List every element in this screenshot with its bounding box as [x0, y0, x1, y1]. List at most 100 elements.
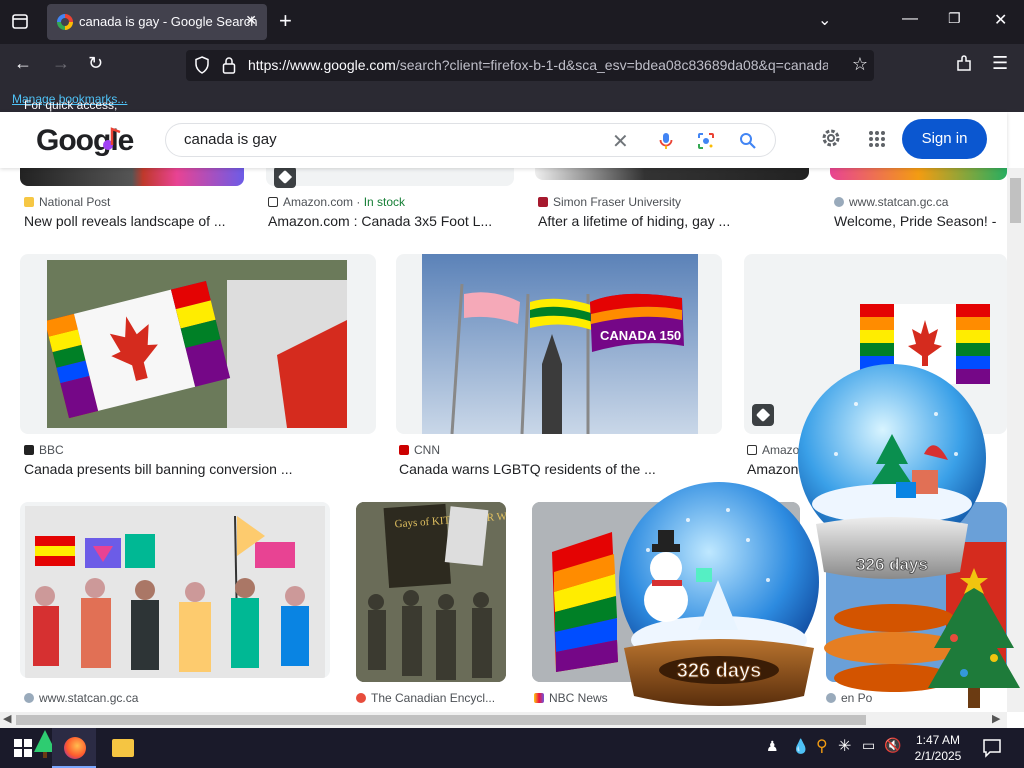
result-source[interactable]: National Post [24, 195, 110, 209]
result-image-cnn: CANADA 150 [422, 254, 698, 434]
forward-icon[interactable]: → [52, 53, 70, 74]
minimize-icon[interactable]: — [902, 10, 918, 28]
lock-icon[interactable] [222, 56, 236, 74]
google-lens-icon[interactable] [697, 132, 715, 150]
sign-in-button[interactable]: Sign in [902, 119, 987, 159]
new-tab-icon[interactable]: + [279, 9, 292, 33]
close-tab-icon[interactable]: ✕ [245, 12, 257, 29]
result-image-statcan[interactable] [830, 168, 1007, 180]
result-source-text: Amazon.com [283, 195, 354, 209]
file-explorer-icon[interactable] [112, 739, 134, 757]
amazon-favicon-icon [747, 445, 757, 455]
product-tag-icon [274, 168, 296, 188]
google-favicon-icon [57, 14, 73, 30]
taskbar-firefox-button[interactable] [52, 728, 96, 768]
tracking-shield-icon[interactable] [194, 56, 210, 74]
reload-icon[interactable]: ↻ [88, 53, 103, 74]
chevron-down-icon[interactable]: ⌄ [818, 10, 831, 30]
bookmarks-toolbar: For quick access, place your bookmarks h… [0, 86, 1024, 168]
amazon-favicon-icon [268, 197, 278, 207]
result-source[interactable]: CNN [399, 443, 440, 457]
result-image-statcan-crowd [25, 506, 325, 678]
search-icon[interactable] [739, 132, 757, 150]
snow-globe-tree-widget[interactable]: 326 days [796, 364, 996, 588]
back-icon[interactable]: ← [14, 53, 32, 74]
result-source[interactable]: www.statcan.gc.ca [834, 195, 948, 209]
volume-muted-icon[interactable]: 🔇 [884, 737, 901, 754]
google-apps-icon[interactable] [868, 130, 886, 148]
result-source-text: Amazo [762, 443, 800, 457]
settings-gear-icon[interactable] [820, 127, 842, 149]
bookmark-star-icon[interactable]: ☆ [852, 54, 868, 75]
result-source[interactable]: Amazon.com · In stock [268, 195, 405, 209]
doodle-music-note-icon [103, 127, 121, 150]
extensions-icon[interactable] [955, 55, 973, 73]
tab-title: canada is gay - Google Search [79, 14, 258, 29]
globe-favicon-icon [24, 693, 34, 703]
countdown-days-label: 326 days [677, 660, 762, 682]
notifications-icon[interactable] [982, 738, 1002, 758]
voice-search-icon[interactable] [658, 132, 674, 150]
result-source[interactable]: The Canadian Encycl... [356, 691, 495, 705]
result-caption[interactable]: Welcome, Pride Season! - [834, 213, 996, 229]
url-host: https://www.google.com [248, 57, 396, 73]
result-source-text: NBC News [549, 691, 608, 705]
tray-drop-icon[interactable]: 💧 [792, 738, 809, 755]
result-caption[interactable]: Amazon [747, 461, 798, 477]
tab-google-search[interactable]: canada is gay - Google Search ✕ [47, 4, 267, 40]
national-post-favicon-icon [24, 197, 34, 207]
tab-list-icon[interactable] [6, 10, 34, 34]
menu-icon[interactable]: ☰ [992, 53, 1008, 74]
restore-icon[interactable]: ❐ [948, 10, 961, 27]
result-image-amazon[interactable] [266, 168, 514, 186]
result-source-text: National Post [39, 195, 111, 209]
tray-people-icon[interactable]: ♟ [766, 738, 779, 755]
clock-date: 2/1/2025 [914, 749, 962, 763]
result-caption[interactable]: New poll reveals landscape of ... [24, 213, 226, 229]
result-source-text: CNN [414, 443, 440, 457]
bbc-favicon-icon [24, 445, 34, 455]
result-source[interactable]: BBC [24, 443, 64, 457]
search-input[interactable] [184, 131, 584, 148]
result-image-sfu[interactable] [535, 168, 809, 180]
result-source-text: BBC [39, 443, 64, 457]
nav-bar: ← → ↻ https://www.google.com/search?clie… [0, 44, 1024, 86]
tray-search-icon[interactable]: ⚲ [816, 736, 828, 756]
url-bar[interactable]: https://www.google.com/search?client=fir… [186, 50, 874, 81]
clear-search-icon[interactable]: ✕ [612, 129, 629, 154]
cnn-favicon-icon [399, 445, 409, 455]
result-card[interactable] [20, 254, 376, 434]
canada-150-banner-text: CANADA 150 [600, 328, 681, 343]
result-source[interactable]: Amazo [747, 443, 799, 457]
horizontal-scroll-thumb[interactable] [16, 715, 866, 725]
result-caption[interactable]: Canada warns LGBTQ residents of the ... [399, 461, 656, 477]
firefox-icon [64, 737, 86, 759]
result-caption[interactable]: Canada presents bill banning conversion … [24, 461, 293, 477]
result-source-text: www.statcan.gc.ca [849, 195, 949, 209]
result-source-text: www.statcan.gc.ca [39, 691, 139, 705]
christmas-tree-decoration [824, 568, 1020, 708]
search-box[interactable]: ✕ [165, 123, 776, 157]
taskbar-clock[interactable]: 1:47 AM 2/1/2025 [908, 732, 968, 764]
nbc-peacock-favicon-icon [534, 693, 544, 703]
globe-favicon-icon [834, 197, 844, 207]
close-window-icon[interactable]: ✕ [994, 10, 1007, 30]
scroll-left-icon[interactable]: ◀ [3, 712, 11, 725]
url-path: /search?client=firefox-b-1-d&sca_esv=bde… [395, 57, 828, 73]
result-source-text: The Canadian Encycl... [371, 691, 496, 705]
in-stock-label: In stock [363, 195, 406, 209]
result-card[interactable]: Gays of KITCHENER WATERLOO [356, 502, 506, 682]
result-caption[interactable]: Amazon.com : Canada 3x5 Foot L... [268, 213, 492, 229]
result-caption[interactable]: After a lifetime of hiding, gay ... [538, 213, 730, 229]
vertical-scroll-thumb[interactable] [1010, 178, 1021, 223]
result-card[interactable]: CANADA 150 [396, 254, 722, 434]
result-source[interactable]: Simon Fraser University [538, 195, 681, 209]
network-icon[interactable]: ▭ [862, 737, 875, 754]
result-source[interactable]: NBC News [534, 691, 608, 705]
result-image-bbc [47, 260, 347, 428]
result-source[interactable]: www.statcan.gc.ca [24, 691, 138, 705]
result-card[interactable] [20, 502, 330, 678]
result-image-national-post[interactable] [20, 168, 244, 186]
clock-time: 1:47 AM [915, 733, 961, 747]
tray-snowflake-icon[interactable]: ✳ [838, 736, 851, 756]
